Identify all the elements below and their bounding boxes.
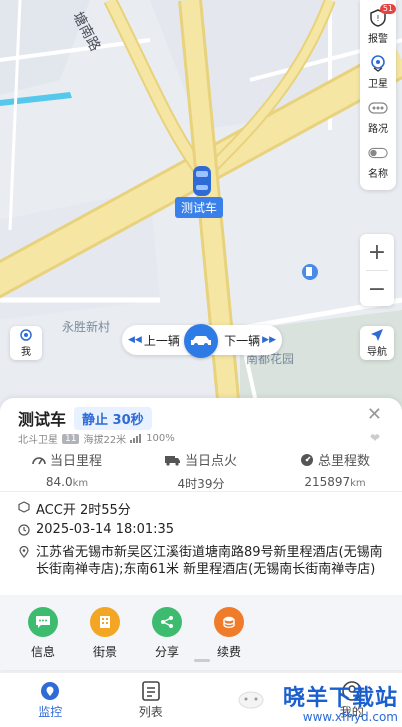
satellite-count: 11 — [62, 433, 80, 444]
stat-unit: km — [350, 478, 366, 489]
vehicle-name: 测试车 — [18, 410, 67, 429]
tab-label: 监控 — [38, 704, 63, 719]
chat-icon — [28, 607, 58, 637]
zoom-panel: + − — [360, 234, 394, 306]
next-vehicle-button[interactable]: 下一辆 ▶▶ — [224, 332, 276, 349]
navigation-arrow-icon — [371, 329, 383, 341]
watermark: 晓羊下载站 www.xfhyd.com — [283, 680, 398, 724]
satellite-label: 卫星 — [368, 79, 388, 90]
map-view[interactable]: 塘南路 永胜新村 南都花园 测试车 ! 51 报警 卫星 路况 名称 + − 我… — [0, 0, 402, 420]
status-badge: 静止 30秒 — [74, 406, 152, 430]
tab-label: 列表 — [138, 704, 163, 719]
car-icon — [191, 336, 211, 347]
name-toggle-button[interactable]: 名称 — [360, 139, 396, 184]
acc-status-line: ACC开 2时55分 — [18, 499, 131, 518]
center-vehicle-button[interactable] — [184, 324, 218, 358]
tab-list[interactable]: 列表 — [101, 673, 202, 727]
action-label: 街景 — [92, 645, 117, 659]
stat-label: 当日里程 — [49, 454, 102, 469]
stat-value: 84.0 — [45, 475, 73, 489]
tab-monitor[interactable]: 监控 — [0, 673, 101, 727]
signal-strength: 100% — [146, 433, 175, 444]
stat-unit: km — [72, 478, 89, 489]
truck-icon — [164, 455, 180, 466]
action-label: 续费 — [216, 645, 241, 659]
locate-me-button[interactable]: 我 — [10, 326, 42, 360]
address-text: 江苏省无锡市新吴区江溪街道塘南路89号新里程酒店(无锡南长街南禅寺店);东南61… — [36, 545, 383, 577]
locate-icon — [20, 329, 32, 341]
stat-total-mileage: 总里程数 215897km — [268, 450, 402, 492]
stat-value: 215897 — [304, 475, 351, 489]
location-pin-icon — [19, 546, 29, 558]
gps-time: 2025-03-14 18:01:35 — [36, 522, 175, 537]
vehicle-title-row: 测试车 静止 30秒 — [18, 406, 152, 430]
zoom-out-button[interactable]: − — [360, 271, 394, 307]
traffic-icon — [368, 98, 388, 118]
coins-icon — [214, 607, 244, 637]
alarm-shield-icon: ! 51 — [368, 4, 396, 28]
traffic-label: 路况 — [368, 124, 388, 135]
name-toggle-icon — [368, 143, 388, 163]
next-vehicle-label: 下一辆 — [224, 333, 261, 348]
street-view-action-button[interactable]: 街景 — [74, 595, 136, 670]
double-left-arrow-icon: ◀◀ — [128, 335, 142, 345]
acc-cube-icon — [18, 501, 30, 513]
zoom-in-button[interactable]: + — [360, 234, 394, 270]
prev-vehicle-button[interactable]: ◀◀ 上一辆 — [128, 332, 180, 349]
navigation-button[interactable]: 导航 — [360, 326, 394, 360]
gauge-icon — [300, 453, 313, 466]
stat-daily-mileage: 当日里程 84.0km — [0, 450, 134, 492]
building-icon — [90, 607, 120, 637]
alarm-count-badge: 51 — [379, 4, 396, 14]
stat-value: 4时39分 — [177, 477, 225, 491]
divider — [0, 491, 402, 492]
prev-vehicle-label: 上一辆 — [143, 333, 180, 348]
traffic-button[interactable]: 路况 — [360, 94, 396, 139]
car-marker-icon[interactable] — [191, 165, 213, 197]
satellite-button[interactable]: 卫星 — [360, 49, 396, 94]
name-toggle-label: 名称 — [368, 169, 388, 180]
navigation-label: 导航 — [367, 347, 387, 358]
watermark-url: www.xfhyd.com — [302, 710, 398, 724]
watermark-title: 晓羊下载站 — [282, 686, 398, 711]
place-label-yongsheng: 永胜新村 — [62, 320, 111, 334]
vehicle-meta-row: 北斗卫星 11 海拔22米 100% — [18, 431, 175, 446]
car-tag[interactable]: 测试车 — [175, 197, 224, 218]
favorite-heart-icon[interactable]: ❤ — [370, 431, 380, 445]
alarm-label: 报警 — [368, 34, 388, 45]
signal-bars-icon — [130, 434, 142, 443]
stat-daily-ignition: 当日点火 4时39分 — [134, 450, 268, 492]
share-icon — [152, 607, 182, 637]
share-action-button[interactable]: 分享 — [136, 595, 198, 670]
double-right-arrow-icon: ▶▶ — [262, 335, 276, 345]
vehicle-info-card: 测试车 静止 30秒 ✕ ❤ 北斗卫星 11 海拔22米 100% 当日里程 8… — [0, 398, 402, 670]
drag-handle[interactable] — [194, 659, 210, 662]
stat-label: 当日点火 — [184, 454, 237, 469]
time-line: 2025-03-14 18:01:35 — [18, 522, 174, 537]
alarm-button[interactable]: ! 51 报警 — [360, 4, 396, 49]
action-label: 信息 — [30, 645, 55, 659]
stat-label: 总里程数 — [317, 454, 370, 469]
locate-me-label: 我 — [21, 347, 31, 358]
action-label: 分享 — [154, 645, 179, 659]
location-pin-icon — [41, 681, 60, 700]
stats-row: 当日里程 84.0km 当日点火 4时39分 总里程数 215897km — [0, 450, 402, 492]
svg-text:!: ! — [376, 14, 379, 23]
address-line: 江苏省无锡市新吴区江溪街道塘南路89号新里程酒店(无锡南长街南禅寺店);东南61… — [18, 544, 391, 578]
satellite-icon — [368, 53, 388, 73]
clock-icon — [18, 524, 30, 536]
acc-status: ACC开 2时55分 — [36, 503, 131, 518]
altitude: 海拔22米 — [83, 435, 127, 446]
map-control-panel: ! 51 报警 卫星 路况 名称 — [360, 0, 396, 190]
speedometer-icon — [32, 456, 46, 464]
positioning-type: 北斗卫星 — [18, 435, 58, 446]
mascot-icon — [238, 691, 264, 709]
info-action-button[interactable]: 信息 — [12, 595, 74, 670]
list-icon — [141, 680, 160, 701]
close-icon[interactable]: ✕ — [367, 404, 382, 425]
